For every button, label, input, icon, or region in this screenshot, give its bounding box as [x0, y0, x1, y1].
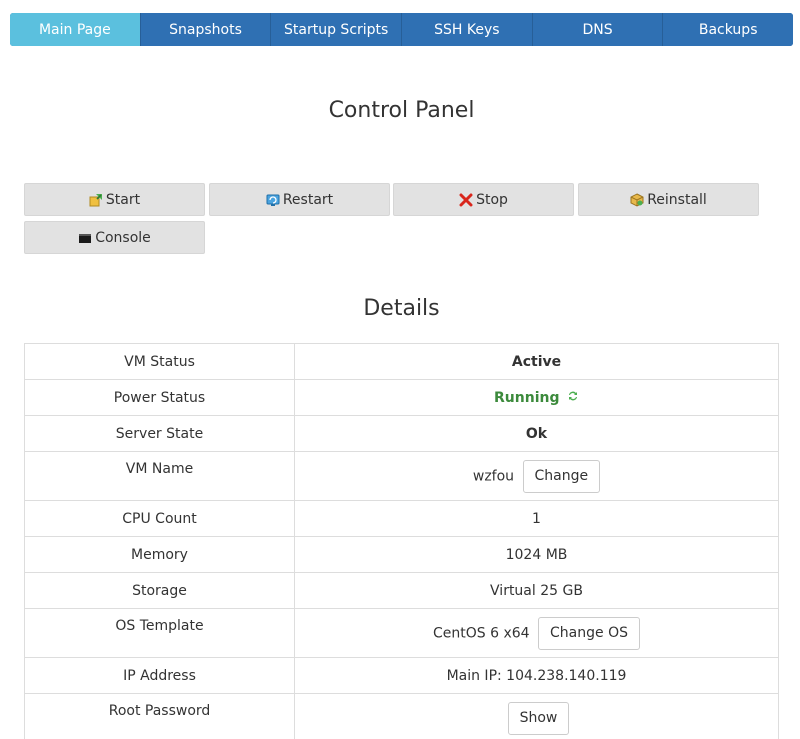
table-row: VM Status Active	[24, 343, 779, 380]
details-table: VM Status Active Power Status Running Se…	[24, 343, 779, 739]
memory-label: Memory	[24, 536, 295, 573]
memory-value: 1024 MB	[294, 536, 779, 573]
control-panel-title: Control Panel	[328, 98, 475, 123]
start-label: Start	[105, 191, 141, 208]
stop-icon	[459, 193, 473, 207]
reinstall-button[interactable]: Reinstall	[578, 183, 759, 216]
console-button[interactable]: Console	[24, 221, 205, 254]
show-password-button[interactable]: Show	[507, 701, 570, 735]
table-row: Storage Virtual 25 GB	[24, 572, 779, 609]
console-label: Console	[95, 229, 151, 246]
vm-status-value: Active	[294, 343, 779, 380]
server-state-label: Server State	[24, 415, 295, 452]
tab-snapshots[interactable]: Snapshots	[139, 13, 271, 46]
root-password-cell: Show	[294, 693, 779, 739]
table-row: Root Password Show	[24, 693, 779, 739]
tab-dns[interactable]: DNS	[531, 13, 663, 46]
storage-label: Storage	[24, 572, 295, 609]
table-row: IP Address Main IP: 104.238.140.119	[24, 657, 779, 694]
stop-button[interactable]: Stop	[393, 183, 574, 216]
root-password-label: Root Password	[24, 693, 295, 739]
cpu-count-value: 1	[294, 500, 779, 537]
cpu-count-label: CPU Count	[24, 500, 295, 537]
vm-name-value: wzfou	[472, 468, 515, 484]
vm-name-cell: wzfou Change	[294, 451, 779, 501]
table-row: Server State Ok	[24, 415, 779, 452]
change-os-button[interactable]: Change OS	[538, 616, 640, 650]
restart-button[interactable]: Restart	[209, 183, 390, 216]
ip-address-label: IP Address	[24, 657, 295, 694]
reinstall-icon	[630, 192, 644, 207]
os-template-value: CentOS 6 x64	[433, 625, 530, 641]
storage-value: Virtual 25 GB	[294, 572, 779, 609]
vm-name-label: VM Name	[24, 451, 295, 501]
vm-status-label: VM Status	[24, 343, 295, 380]
tab-main-page[interactable]: Main Page	[10, 13, 140, 46]
table-row: OS Template CentOS 6 x64 Change OS	[24, 608, 779, 658]
table-row: CPU Count 1	[24, 500, 779, 537]
os-template-label: OS Template	[24, 608, 295, 658]
tab-ssh-keys[interactable]: SSH Keys	[401, 13, 532, 46]
reinstall-label: Reinstall	[647, 191, 707, 208]
server-state-value: Ok	[294, 415, 779, 452]
start-button[interactable]: Start	[24, 183, 205, 216]
tab-startup-scripts[interactable]: Startup Scripts	[270, 13, 402, 46]
details-title: Details	[363, 296, 440, 321]
table-row: Memory 1024 MB	[24, 536, 779, 573]
refresh-icon[interactable]	[567, 390, 579, 406]
table-row: Power Status Running	[24, 379, 779, 416]
start-icon	[89, 193, 103, 207]
power-status-cell: Running	[294, 379, 779, 416]
power-status-value: Running	[494, 389, 560, 406]
nav-tabs: Main Page Snapshots Startup Scripts SSH …	[10, 13, 793, 46]
table-row: VM Name wzfou Change	[24, 451, 779, 501]
ip-address-value: Main IP: 104.238.140.119	[294, 657, 779, 694]
restart-icon	[266, 193, 280, 207]
stop-label: Stop	[476, 191, 508, 208]
os-template-cell: CentOS 6 x64 Change OS	[294, 608, 779, 658]
power-status-label: Power Status	[24, 379, 295, 416]
tab-backups[interactable]: Backups	[662, 13, 793, 46]
restart-label: Restart	[282, 191, 334, 208]
change-name-button[interactable]: Change	[522, 459, 601, 493]
console-icon	[78, 231, 92, 245]
